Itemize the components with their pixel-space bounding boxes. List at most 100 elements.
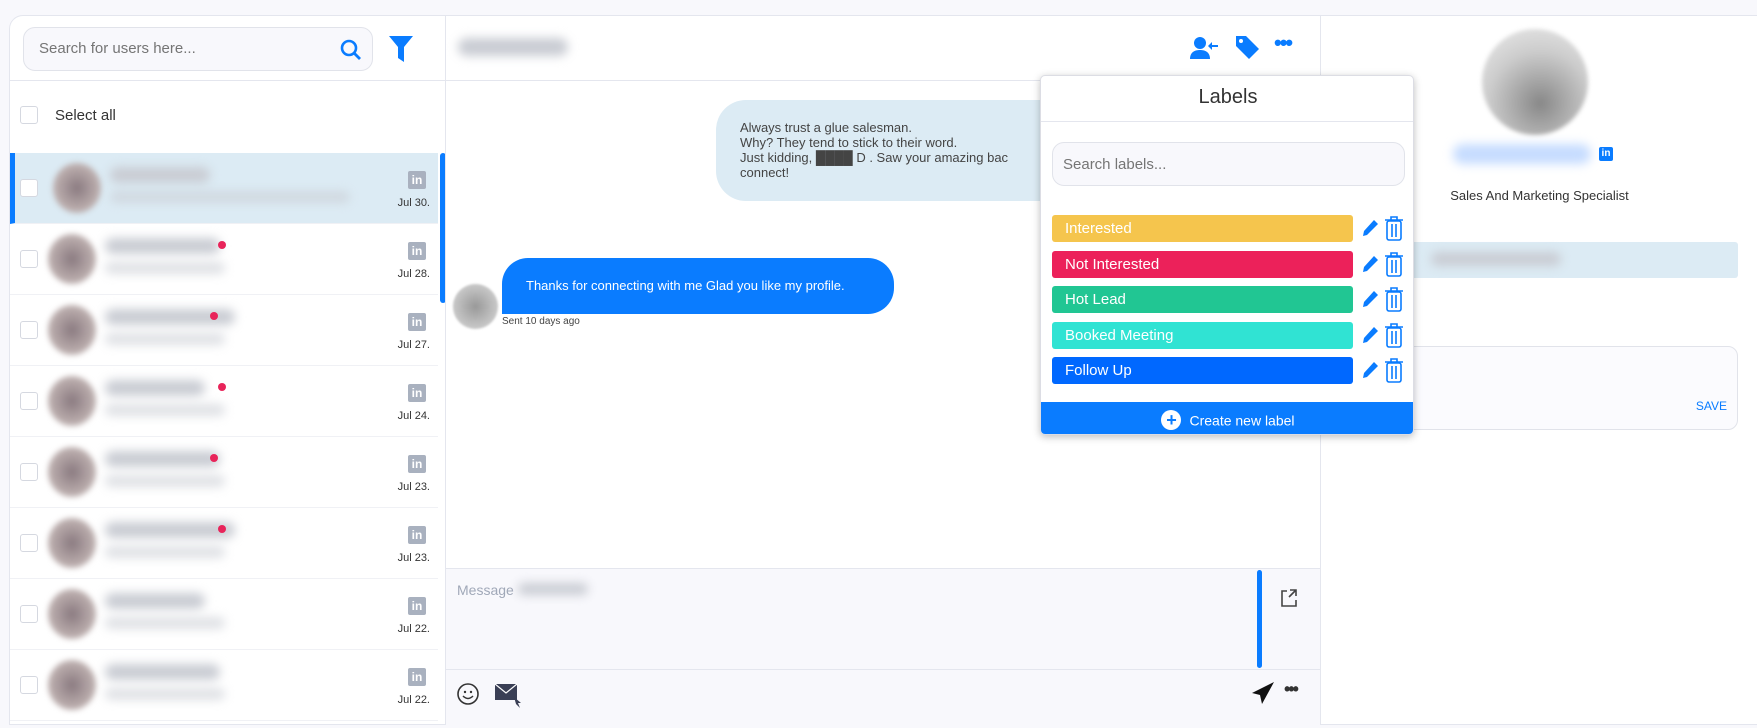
linkedin-icon: in: [408, 526, 426, 544]
composer-more-icon[interactable]: •••: [1284, 679, 1299, 700]
conversation-item[interactable]: in Jul 22.: [10, 579, 438, 650]
conversation-date: Jul 22.: [397, 623, 430, 635]
message-preview-blurred: [105, 262, 225, 274]
edit-label-icon[interactable]: [1361, 289, 1379, 309]
conversation-item[interactable]: in Jul 27.: [10, 295, 438, 366]
conversation-checkbox[interactable]: [20, 321, 38, 339]
message-placeholder: Message: [457, 582, 514, 598]
contact-name-blurred: [105, 522, 235, 538]
composer-scrollbar[interactable]: [1257, 570, 1262, 668]
delete-label-icon[interactable]: [1384, 215, 1404, 241]
create-new-label-button[interactable]: + Create new label: [1041, 402, 1413, 434]
label-item[interactable]: Booked Meeting: [1052, 321, 1353, 349]
reassign-user-icon[interactable]: [1190, 36, 1220, 60]
unread-indicator: [218, 525, 226, 533]
delete-label-icon[interactable]: [1384, 286, 1404, 312]
contact-name-blurred: [458, 38, 568, 56]
message-preview-blurred: [105, 404, 225, 416]
conversation-date: Jul 30.: [397, 197, 430, 209]
conversation-date: Jul 24.: [397, 410, 430, 422]
save-note-button[interactable]: SAVE: [1696, 399, 1727, 413]
conversation-item[interactable]: in Jul 28.: [10, 224, 438, 295]
unread-indicator: [210, 312, 218, 320]
search-icon[interactable]: [340, 39, 362, 61]
labels-title: Labels: [1198, 86, 1258, 108]
contact-avatar: [48, 589, 96, 639]
conversation-item[interactable]: in Jul 24.: [10, 366, 438, 437]
composer: Message •••: [446, 568, 1322, 728]
user-search-field[interactable]: [23, 27, 373, 71]
contact-avatar: [48, 234, 96, 284]
create-new-label-text: Create new label: [1189, 412, 1295, 429]
expand-icon[interactable]: [1281, 589, 1297, 607]
label-search-input[interactable]: [1052, 142, 1405, 186]
conversation-checkbox[interactable]: [20, 534, 38, 552]
message-preview-blurred: [105, 546, 225, 558]
select-all-checkbox[interactable]: [20, 106, 38, 124]
conversation-item[interactable]: in Jul 30.: [10, 153, 438, 224]
profile-label-bar: [1411, 242, 1738, 278]
emoji-icon[interactable]: [456, 682, 480, 706]
contact-name-blurred: [105, 593, 205, 609]
message-preview-blurred: [105, 688, 225, 700]
contact-name-blurred: [105, 380, 205, 396]
delete-label-icon[interactable]: [1384, 251, 1404, 277]
contact-avatar: [48, 305, 96, 355]
label-item[interactable]: Interested: [1052, 215, 1353, 242]
contact-avatar: [48, 447, 96, 497]
contact-avatar: [53, 163, 101, 213]
conversation-checkbox[interactable]: [20, 605, 38, 623]
linkedin-icon: in: [408, 313, 426, 331]
plus-circle-icon: +: [1161, 410, 1182, 431]
note-box[interactable]: e SAVE: [1390, 346, 1738, 430]
conversation-checkbox[interactable]: [20, 179, 38, 197]
edit-label-icon[interactable]: [1361, 218, 1379, 238]
label-item[interactable]: Not Interested: [1052, 250, 1353, 278]
conversation-item[interactable]: in Jul 23.: [10, 437, 438, 508]
sender-avatar: [453, 284, 498, 329]
message-preview-blurred: [110, 191, 350, 203]
contact-name-blurred: [105, 451, 220, 467]
edit-label-icon[interactable]: [1361, 325, 1379, 345]
message-input[interactable]: Message: [457, 582, 1257, 662]
label-item[interactable]: Hot Lead: [1052, 286, 1353, 313]
labels-popup: Labels Interested Not Interested Hot Lea…: [1040, 75, 1414, 435]
contact-name-blurred: [105, 238, 220, 254]
conversation-list-panel: Select all in Jul 30. in Jul 28. in Jul …: [9, 15, 447, 725]
user-search-input[interactable]: [39, 40, 319, 57]
linkedin-icon: in: [408, 597, 426, 615]
more-options-icon[interactable]: •••: [1274, 30, 1293, 56]
message-preview-blurred: [105, 333, 225, 345]
email-template-icon[interactable]: [494, 681, 524, 709]
conversation-checkbox[interactable]: [20, 392, 38, 410]
tag-icon[interactable]: [1234, 34, 1260, 60]
linkedin-icon: in: [408, 384, 426, 402]
linkedin-icon: in: [408, 668, 426, 686]
conversation-checkbox[interactable]: [20, 676, 38, 694]
delete-label-icon[interactable]: [1384, 322, 1404, 348]
contact-name-blurred: [110, 167, 210, 183]
conversation-checkbox[interactable]: [20, 250, 38, 268]
conversation-date: Jul 27.: [397, 339, 430, 351]
delete-label-icon[interactable]: [1384, 357, 1404, 383]
profile-avatar: [1482, 29, 1588, 135]
filter-icon[interactable]: [389, 36, 413, 62]
conversation-item[interactable]: in Jul 22.: [10, 650, 438, 721]
profile-name-blurred[interactable]: [1453, 144, 1591, 164]
linkedin-icon[interactable]: in: [1599, 147, 1613, 161]
linkedin-icon: in: [408, 171, 426, 189]
send-icon[interactable]: [1251, 681, 1275, 705]
unread-indicator: [210, 454, 218, 462]
conversation-date: Jul 28.: [397, 268, 430, 280]
unread-indicator: [218, 241, 226, 249]
conversation-date: Jul 22.: [397, 694, 430, 706]
message-sent-time: Sent 10 days ago: [502, 316, 580, 327]
conversation-checkbox[interactable]: [20, 463, 38, 481]
message-preview-blurred: [105, 475, 225, 487]
label-item[interactable]: Follow Up: [1052, 357, 1353, 384]
conversation-item[interactable]: in Jul 23.: [10, 508, 438, 579]
edit-label-icon[interactable]: [1361, 254, 1379, 274]
linkedin-icon: in: [408, 455, 426, 473]
edit-label-icon[interactable]: [1361, 360, 1379, 380]
conversation-date: Jul 23.: [397, 481, 430, 493]
